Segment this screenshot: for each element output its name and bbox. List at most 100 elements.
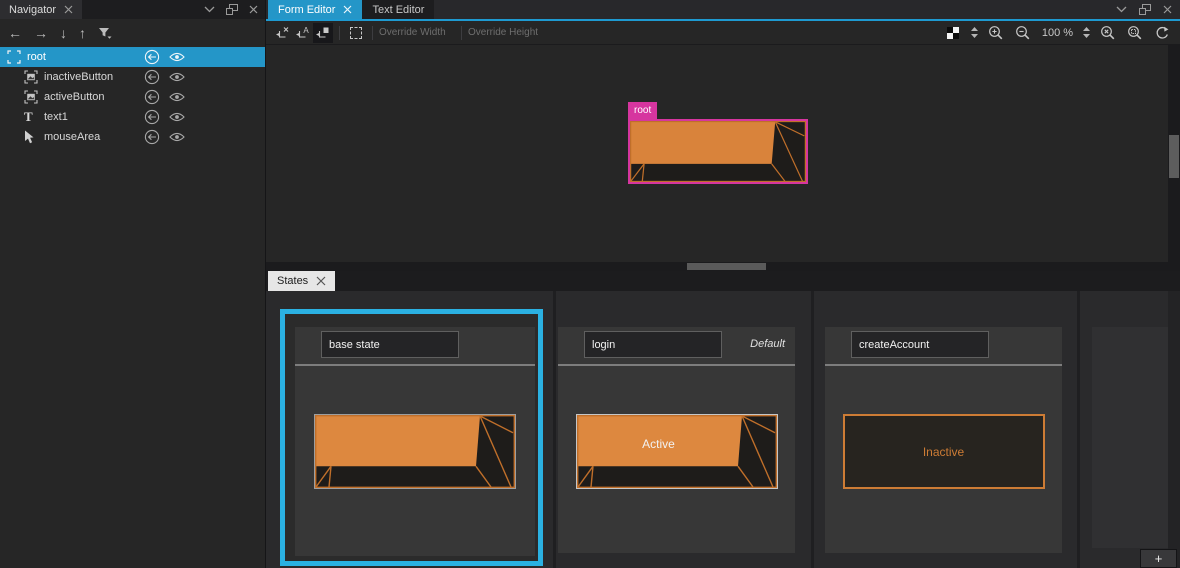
close-icon[interactable] [316,276,326,286]
divider [558,364,795,366]
tab-navigator[interactable]: Navigator [0,0,82,19]
zoom-level: 100 % [1040,27,1075,39]
move-left-button[interactable]: ← [8,26,22,40]
selection-label: root [628,102,657,119]
state-card-base-state[interactable] [295,327,535,556]
form-editor-toolbar: A 100 % [266,21,1180,45]
svg-text:A: A [303,26,309,35]
navigator-tab-label: Navigator [9,4,56,16]
state-name-input[interactable] [584,331,722,358]
move-right-button[interactable]: → [34,26,48,40]
divider [339,26,340,40]
tree-item-label: root [27,51,46,63]
canvas-color-button[interactable] [943,23,963,43]
form-editor-canvas[interactable]: root [266,45,1180,262]
tree-item-label: activeButton [44,91,105,103]
divider [825,364,1062,366]
visibility-toggle[interactable] [169,52,185,62]
tree-item-text1[interactable]: T text1 [0,107,265,127]
show-bounding-rects-button[interactable] [346,23,366,43]
navigator-tabbar: Navigator [0,0,265,19]
divider [553,291,556,568]
states-tabbar: States [266,271,1180,291]
state-name-input[interactable] [851,331,989,358]
state-thumbnail[interactable]: Inactive [843,414,1045,489]
dashed-square-icon [350,27,362,39]
form-editor-tab-label: Form Editor [278,4,335,16]
tree-item-root[interactable]: root [0,47,265,67]
export-toggle[interactable] [144,69,160,85]
states-panel: Default Active [266,291,1180,568]
state-thumbnail[interactable]: Active [576,414,778,489]
export-toggle[interactable] [144,129,160,145]
tree-item-label: inactiveButton [44,71,113,83]
add-state-button[interactable]: + [1140,549,1177,568]
editor-tabbar: Form Editor Text Editor [266,0,1180,19]
image-icon [24,70,38,84]
cursor-icon [24,130,35,144]
override-height-input[interactable] [468,24,544,42]
close-icon[interactable] [249,5,258,14]
export-toggle[interactable] [144,89,160,105]
zoom-out-button[interactable] [1013,23,1033,43]
checkerboard-icon [947,27,959,39]
divider [1077,291,1080,568]
visibility-toggle[interactable] [169,112,185,122]
vertical-scrollbar-thumb[interactable] [1169,135,1179,178]
tree-item-activebutton[interactable]: activeButton [0,87,265,107]
tab-form-editor[interactable]: Form Editor [268,0,362,19]
button-3d-graphic [577,415,777,488]
filter-icon[interactable] [98,27,112,39]
float-window-icon[interactable] [226,4,238,15]
export-toggle[interactable] [144,109,160,125]
text-editor-tab-label: Text Editor [372,4,424,16]
snap-no-anchors-button[interactable] [313,23,333,43]
root-borderimage [630,121,806,182]
chevron-down-icon[interactable] [1116,6,1127,13]
vertical-scrollbar[interactable] [1168,45,1180,262]
zoom-all-button[interactable] [1098,23,1118,43]
selection-rect-root[interactable] [628,119,808,184]
state-card-login[interactable]: Default Active [558,327,795,553]
selection-frame-icon [7,50,21,64]
state-thumbnail[interactable] [314,414,516,489]
tab-text-editor[interactable]: Text Editor [362,0,434,19]
visibility-toggle[interactable] [169,132,185,142]
tree-item-mousearea[interactable]: mouseArea [0,127,265,147]
zoom-selection-button[interactable] [1125,23,1145,43]
chevron-down-icon[interactable] [204,6,215,13]
close-icon[interactable] [64,5,73,14]
stepper-icon[interactable] [1082,26,1091,39]
zoom-controls: 100 % [943,23,1180,43]
float-window-icon[interactable] [1139,4,1151,15]
states-tab-label: States [277,275,308,287]
navigator-panel: Navigator ← → ↓ ↑ [0,0,266,568]
horizontal-scrollbar[interactable] [266,262,1180,271]
close-icon[interactable] [1163,5,1172,14]
reset-view-button[interactable] [1152,23,1172,43]
snap-anchors-button[interactable]: A [293,23,313,43]
override-width-input[interactable] [379,24,455,42]
editor-dock-controls [1116,0,1172,19]
state-card-createaccount[interactable]: Inactive [825,327,1062,553]
stepper-icon[interactable] [970,26,979,39]
button-3d-graphic [315,415,515,488]
export-toggle[interactable] [144,49,160,65]
horizontal-scrollbar-thumb[interactable] [687,263,766,270]
divider [295,364,535,366]
move-down-button[interactable]: ↓ [60,26,67,40]
divider [811,291,814,568]
close-icon[interactable] [343,5,352,14]
text-icon: T [24,110,33,123]
states-gutter [1168,291,1180,568]
no-snapping-button[interactable] [273,23,293,43]
state-name-input[interactable] [321,331,459,358]
tree-item-inactivebutton[interactable]: inactiveButton [0,67,265,87]
divider [461,26,462,40]
visibility-toggle[interactable] [169,92,185,102]
button-text: Inactive [923,445,964,459]
move-up-button[interactable]: ↑ [79,26,86,40]
zoom-in-button[interactable] [986,23,1006,43]
visibility-toggle[interactable] [169,72,185,82]
tab-states[interactable]: States [268,271,335,291]
